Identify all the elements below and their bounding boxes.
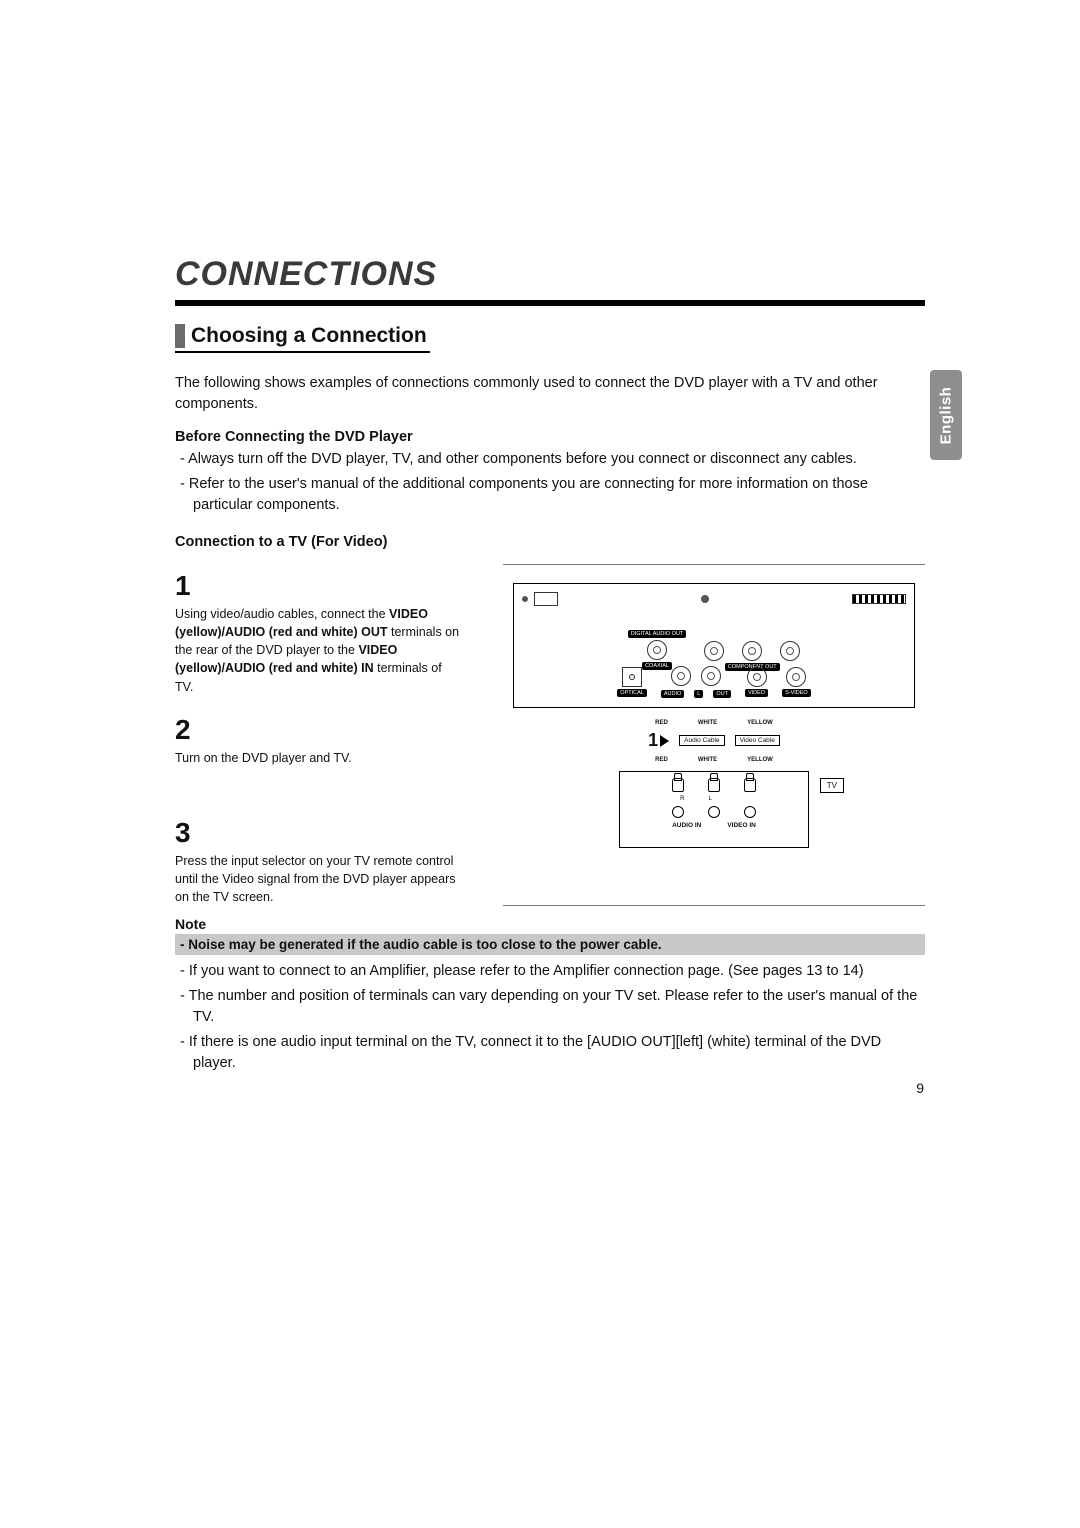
step-1-number: 1 bbox=[175, 570, 463, 602]
section-underline bbox=[175, 351, 430, 353]
l-label: L bbox=[709, 796, 712, 802]
av-in-ring bbox=[672, 806, 684, 818]
before-item: Always turn off the DVD player, TV, and … bbox=[175, 449, 925, 470]
chapter-title: CONNECTIONS bbox=[175, 255, 925, 294]
r-label: R bbox=[680, 796, 684, 802]
note-item: If there is one audio input terminal on … bbox=[175, 1032, 925, 1074]
component-port bbox=[780, 641, 800, 661]
note-item: The number and position of terminals can… bbox=[175, 986, 925, 1028]
step-1-pre: Using video/audio cables, connect the bbox=[175, 607, 389, 621]
dvd-rear-panel: DIGITAL AUDIO OUT COAXIAL COMPONENT OUT bbox=[513, 583, 915, 708]
connection-diagram: DIGITAL AUDIO OUT COAXIAL COMPONENT OUT bbox=[503, 564, 925, 906]
digital-audio-out-label: DIGITAL AUDIO OUT bbox=[628, 630, 687, 638]
optical-label: OPTICAL bbox=[617, 689, 647, 697]
video-in-label: VIDEO IN bbox=[727, 822, 756, 829]
component-port bbox=[742, 641, 762, 661]
l-label: L bbox=[694, 690, 703, 698]
steps-column: 1 Using video/audio cables, connect the … bbox=[175, 564, 463, 906]
jack-icon bbox=[744, 778, 756, 792]
language-tab: English bbox=[930, 370, 962, 460]
section-heading: Choosing a Connection bbox=[175, 324, 427, 348]
audio-out-port bbox=[701, 666, 721, 686]
note-list: If you want to connect to an Amplifier, … bbox=[175, 961, 925, 1074]
section-heading-wrap: Choosing a Connection bbox=[175, 324, 925, 353]
color-white-label: WHITE bbox=[698, 720, 717, 726]
component-port bbox=[704, 641, 724, 661]
av-in-ring bbox=[744, 806, 756, 818]
page-number: 9 bbox=[916, 1080, 924, 1096]
mini-strip-icon bbox=[852, 594, 906, 604]
note-highlight: - Noise may be generated if the audio ca… bbox=[175, 934, 925, 955]
jack-icon bbox=[672, 778, 684, 792]
step-3-text: Press the input selector on your TV remo… bbox=[175, 852, 463, 906]
optical-port bbox=[622, 667, 642, 687]
step-3-number: 3 bbox=[175, 817, 463, 849]
video-out-port bbox=[747, 667, 767, 687]
out-label: OUT bbox=[713, 690, 731, 698]
color-white-label: WHITE bbox=[698, 757, 717, 763]
video-cable-label: Video Cable bbox=[735, 735, 780, 746]
before-item: Refer to the user's manual of the additi… bbox=[175, 474, 925, 516]
note-bold-text: Noise may be generated if the audio cabl… bbox=[188, 937, 661, 952]
step-1-arrow: 1 bbox=[648, 730, 669, 751]
jack-icon bbox=[708, 778, 720, 792]
av-in-ring bbox=[708, 806, 720, 818]
intro-text: The following shows examples of connecti… bbox=[175, 373, 925, 415]
step-2-number: 2 bbox=[175, 714, 463, 746]
svideo-port bbox=[786, 667, 806, 687]
chapter-rule bbox=[175, 300, 925, 306]
tv-input-panel: R L AUDIO IN VIDEO IN TV bbox=[619, 771, 809, 848]
audio-label: AUDIO bbox=[661, 690, 684, 698]
audio-out-port bbox=[671, 666, 691, 686]
color-red-label: RED bbox=[655, 757, 668, 763]
video-label: VIDEO bbox=[745, 689, 768, 697]
language-tab-label: English bbox=[938, 386, 955, 444]
note-item: If you want to connect to an Amplifier, … bbox=[175, 961, 925, 982]
audio-cable-label: Audio Cable bbox=[679, 735, 724, 746]
audio-in-label: AUDIO IN bbox=[672, 822, 701, 829]
tv-label: TV bbox=[820, 778, 844, 793]
before-heading: Before Connecting the DVD Player bbox=[175, 429, 925, 445]
step-1-text: Using video/audio cables, connect the VI… bbox=[175, 605, 463, 696]
color-yellow-label: YELLOW bbox=[747, 757, 773, 763]
coaxial-port bbox=[647, 640, 667, 660]
color-red-label: RED bbox=[655, 720, 668, 726]
arrow-number: 1 bbox=[648, 730, 658, 751]
note-label: Note bbox=[175, 916, 925, 932]
arrow-icon bbox=[660, 735, 669, 747]
before-list: Always turn off the DVD player, TV, and … bbox=[175, 449, 925, 516]
step-2-text: Turn on the DVD player and TV. bbox=[175, 749, 463, 767]
conn-tv-heading: Connection to a TV (For Video) bbox=[175, 534, 925, 550]
mini-rect-icon bbox=[534, 592, 558, 606]
svideo-label: S-VIDEO bbox=[782, 689, 811, 697]
color-yellow-label: YELLOW bbox=[747, 720, 773, 726]
